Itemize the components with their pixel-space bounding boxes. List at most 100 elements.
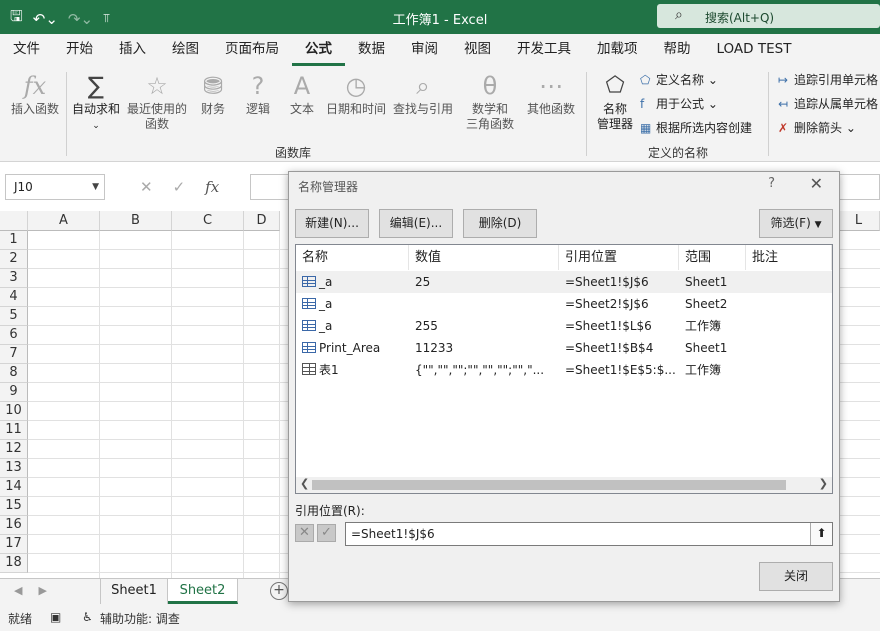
row-header[interactable]: 6 xyxy=(0,326,28,345)
cancel-edit-icon[interactable]: ✕ xyxy=(295,524,314,542)
row-header[interactable]: 7 xyxy=(0,345,28,364)
delete-name-button[interactable]: 删除(D) xyxy=(463,209,537,238)
confirm-edit-icon[interactable]: ✓ xyxy=(317,524,336,542)
tab-6[interactable]: 数据 xyxy=(345,34,398,66)
tab-12[interactable]: LOAD TEST xyxy=(704,34,805,66)
tab-1[interactable]: 开始 xyxy=(53,34,106,66)
help-icon[interactable]: ? xyxy=(768,176,775,191)
row-header[interactable]: 14 xyxy=(0,478,28,497)
list-item[interactable]: 表1 {"","","";"","","";"","... =Sheet1!$E$5… xyxy=(296,359,832,381)
tab-10[interactable]: 加载项 xyxy=(584,34,651,66)
caret-down-icon: ▼ xyxy=(814,220,822,230)
scroll-left-icon[interactable]: ❮ xyxy=(300,477,309,490)
new-name-button[interactable]: 新建(N)... xyxy=(295,209,369,238)
row-header[interactable]: 18 xyxy=(0,554,28,573)
math-trig-button[interactable]: θ 数学和 三角函数 xyxy=(458,70,522,132)
row-header[interactable]: 10 xyxy=(0,402,28,421)
select-all-corner[interactable] xyxy=(0,211,28,231)
tab-7[interactable]: 审阅 xyxy=(398,34,451,66)
close-button[interactable]: 关闭 xyxy=(759,562,833,591)
list-item[interactable]: Print_Area 11233 =Sheet1!$B$4 Sheet1 xyxy=(296,337,832,359)
row-header[interactable]: 2 xyxy=(0,250,28,269)
list-column-header[interactable]: 数值 xyxy=(409,245,559,270)
refers-to-input[interactable]: =Sheet1!$J$6 ⬆ xyxy=(345,522,833,546)
accessibility-icon[interactable]: ♿ xyxy=(82,610,93,624)
define-name-button[interactable]: ⬠ 定义名称 ⌄ xyxy=(640,71,718,88)
list-cell-text: _a xyxy=(319,297,333,311)
list-cell-name: Print_Area xyxy=(302,337,407,359)
row-header[interactable]: 3 xyxy=(0,269,28,288)
autosum-button[interactable]: ∑ 自动求和 ⌄ xyxy=(70,70,122,134)
tab-2[interactable]: 插入 xyxy=(106,34,159,66)
tab-11[interactable]: 帮助 xyxy=(651,34,704,66)
scroll-right-icon[interactable]: ❯ xyxy=(819,477,828,490)
row-header[interactable]: 12 xyxy=(0,440,28,459)
row-header[interactable]: 15 xyxy=(0,497,28,516)
tab-5[interactable]: 公式 xyxy=(292,34,345,66)
list-item[interactable]: _a 255 =Sheet1!$L$6 工作簿 xyxy=(296,315,832,337)
name-manager-button[interactable]: ⬠ 名称 管理器 xyxy=(594,70,636,132)
enter-icon[interactable]: ✓ xyxy=(173,178,186,196)
add-sheet-icon[interactable]: + xyxy=(270,582,288,600)
lookup-button[interactable]: ⌕ 查找与引用 xyxy=(391,70,455,117)
row-header[interactable]: 1 xyxy=(0,231,28,250)
name-box[interactable]: J10 ▼ xyxy=(5,174,105,200)
list-cell-text: 表1 xyxy=(319,363,339,377)
column-header[interactable]: B xyxy=(100,211,172,231)
horizontal-scrollbar[interactable]: ❮ ❯ xyxy=(296,477,832,493)
sheet-nav-arrows[interactable]: ◀▶ xyxy=(14,584,63,597)
row-header[interactable]: 11 xyxy=(0,421,28,440)
financial-button[interactable]: ⛃ 财务 xyxy=(195,70,231,117)
list-column-header[interactable]: 批注 xyxy=(746,245,832,270)
row-header[interactable]: 13 xyxy=(0,459,28,478)
column-header[interactable]: C xyxy=(172,211,244,231)
macro-record-icon[interactable]: ▣ xyxy=(50,610,61,624)
tab-9[interactable]: 开发工具 xyxy=(504,34,584,66)
remove-arrows-button[interactable]: ✗ 删除箭头 ⌄ xyxy=(778,119,856,136)
row-header[interactable]: 16 xyxy=(0,516,28,535)
datetime-button[interactable]: ◷ 日期和时间 xyxy=(324,70,388,117)
row-header[interactable]: 4 xyxy=(0,288,28,307)
recent-functions-button[interactable]: ☆ 最近使用的 函数 xyxy=(125,70,189,132)
insert-function-button[interactable]: fx 插入函数 xyxy=(8,70,62,117)
tab-3[interactable]: 绘图 xyxy=(159,34,212,66)
more-functions-button[interactable]: ⋯ 其他函数 xyxy=(524,70,578,117)
create-from-selection-button[interactable]: ▦ 根据所选内容创建 xyxy=(640,119,752,136)
tab-8[interactable]: 视图 xyxy=(451,34,504,66)
column-header[interactable]: A xyxy=(28,211,100,231)
row-header[interactable]: 8 xyxy=(0,364,28,383)
collapse-dialog-icon[interactable]: ⬆ xyxy=(810,523,832,545)
row-header[interactable]: 17 xyxy=(0,535,28,554)
text-button[interactable]: A 文本 xyxy=(284,70,320,117)
fx-icon[interactable]: fx xyxy=(205,178,219,196)
column-header[interactable]: L xyxy=(838,211,880,231)
list-item[interactable]: _a =Sheet2!$J$6 Sheet2 xyxy=(296,293,832,315)
row-header[interactable]: 9 xyxy=(0,383,28,402)
list-column-header[interactable]: 范围 xyxy=(679,245,746,270)
list-cell-refers-to: =Sheet1!$J$6 xyxy=(565,275,649,289)
list-column-header[interactable]: 引用位置 xyxy=(559,245,679,270)
column-header[interactable]: D xyxy=(244,211,280,231)
trace-precedents-button[interactable]: ↦ 追踪引用单元格 xyxy=(778,71,878,88)
tab-0[interactable]: 文件 xyxy=(0,34,53,66)
use-in-formula-button[interactable]: f 用于公式 ⌄ xyxy=(640,95,718,112)
row-header[interactable]: 5 xyxy=(0,307,28,326)
cancel-icon[interactable]: ✕ xyxy=(140,178,153,196)
sheet-tab-sheet1[interactable]: Sheet1 xyxy=(100,579,168,604)
scroll-thumb[interactable] xyxy=(312,480,786,490)
tab-4[interactable]: 页面布局 xyxy=(212,34,292,66)
filter-button[interactable]: 筛选(F) ▼ xyxy=(759,209,833,238)
accessibility-status[interactable]: 辅助功能: 调查 xyxy=(100,610,180,627)
search-box[interactable]: ⌕ 搜索(Alt+Q) xyxy=(657,4,880,28)
logical-button[interactable]: ? 逻辑 xyxy=(240,70,276,117)
trace-dependents-button[interactable]: ↤ 追踪从属单元格 xyxy=(778,95,878,112)
list-item[interactable]: _a 25 =Sheet1!$J$6 Sheet1 xyxy=(296,271,832,293)
edit-name-button[interactable]: 编辑(E)... xyxy=(379,209,453,238)
list-cell-value: 11233 xyxy=(415,341,454,355)
names-list[interactable]: ❮ ❯ 名称 数值 引用位置 范围 批注 _a 25 =Sheet1!$J$6 Sheet1 _a… xyxy=(295,244,833,494)
sheet-tab-sheet2[interactable]: Sheet2 xyxy=(168,579,238,604)
chevron-down-icon[interactable]: ▼ xyxy=(92,175,99,199)
list-column-header[interactable]: 名称 xyxy=(296,245,409,270)
ribbon-formulas: fx 插入函数 ∑ 自动求和 ⌄ ☆ 最近使用的 函数 ⛃ 财务 ? 逻辑 A 文本… xyxy=(0,66,880,162)
close-icon[interactable]: ✕ xyxy=(810,174,823,193)
